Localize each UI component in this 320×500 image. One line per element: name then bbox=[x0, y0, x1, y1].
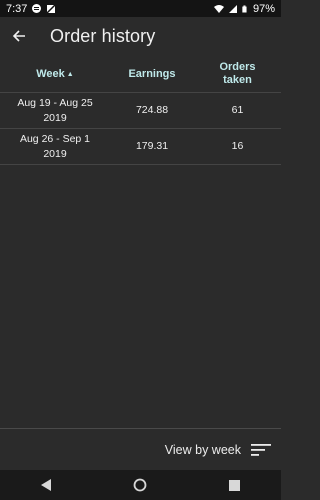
sort-lines-icon[interactable] bbox=[251, 443, 271, 457]
notification-icon bbox=[46, 3, 56, 14]
triangle-back-icon bbox=[41, 479, 52, 491]
app-bar: Order history bbox=[0, 17, 281, 55]
table-row[interactable]: Aug 26 - Sep 1 2019 179.31 16 bbox=[0, 129, 281, 165]
back-button[interactable] bbox=[1, 17, 37, 55]
order-history-table: Week ▲ Earnings Orders taken Aug 19 - Aug… bbox=[0, 56, 281, 165]
status-time: 7:37 bbox=[6, 2, 28, 15]
column-header-earnings[interactable]: Earnings bbox=[110, 68, 194, 81]
page-title: Order history bbox=[50, 25, 156, 46]
system-nav-bar bbox=[0, 470, 281, 500]
wifi-icon bbox=[213, 4, 224, 13]
square-recents-icon bbox=[228, 479, 240, 491]
week-range: Aug 19 - Aug 25 bbox=[17, 96, 93, 109]
arrow-left-icon bbox=[12, 30, 25, 42]
week-year: 2019 bbox=[43, 147, 67, 160]
table-header-row: Week ▲ Earnings Orders taken bbox=[0, 56, 281, 93]
column-header-week-label: Week bbox=[36, 67, 65, 80]
week-cell: Aug 19 - Aug 25 2019 bbox=[0, 96, 110, 126]
spotify-icon bbox=[32, 4, 42, 13]
battery-percent: 97% bbox=[252, 2, 275, 15]
week-year: 2019 bbox=[43, 111, 67, 124]
nav-home-button[interactable] bbox=[120, 470, 160, 500]
column-header-week[interactable]: Week ▲ bbox=[0, 68, 110, 81]
orders-cell: 16 bbox=[231, 140, 244, 152]
signal-icon bbox=[228, 4, 237, 13]
view-by-bar[interactable]: View by week bbox=[0, 428, 281, 471]
nav-back-button[interactable] bbox=[27, 470, 67, 500]
orders-cell: 61 bbox=[231, 104, 244, 116]
week-cell: Aug 26 - Sep 1 2019 bbox=[0, 132, 110, 162]
table-row[interactable]: Aug 19 - Aug 25 2019 724.88 61 bbox=[0, 93, 281, 129]
column-header-orders-taken[interactable]: Orders taken bbox=[194, 61, 281, 87]
nav-recents-button[interactable] bbox=[214, 470, 254, 500]
earnings-cell: 724.88 bbox=[135, 104, 169, 116]
status-bar: 7:37 97% bbox=[0, 0, 281, 17]
view-by-week-label[interactable]: View by week bbox=[165, 443, 241, 457]
earnings-cell: 179.31 bbox=[135, 140, 169, 152]
sort-ascending-icon: ▲ bbox=[66, 70, 74, 78]
week-range: Aug 26 - Sep 1 bbox=[19, 132, 91, 145]
battery-icon bbox=[242, 5, 247, 12]
circle-home-icon bbox=[134, 478, 147, 492]
